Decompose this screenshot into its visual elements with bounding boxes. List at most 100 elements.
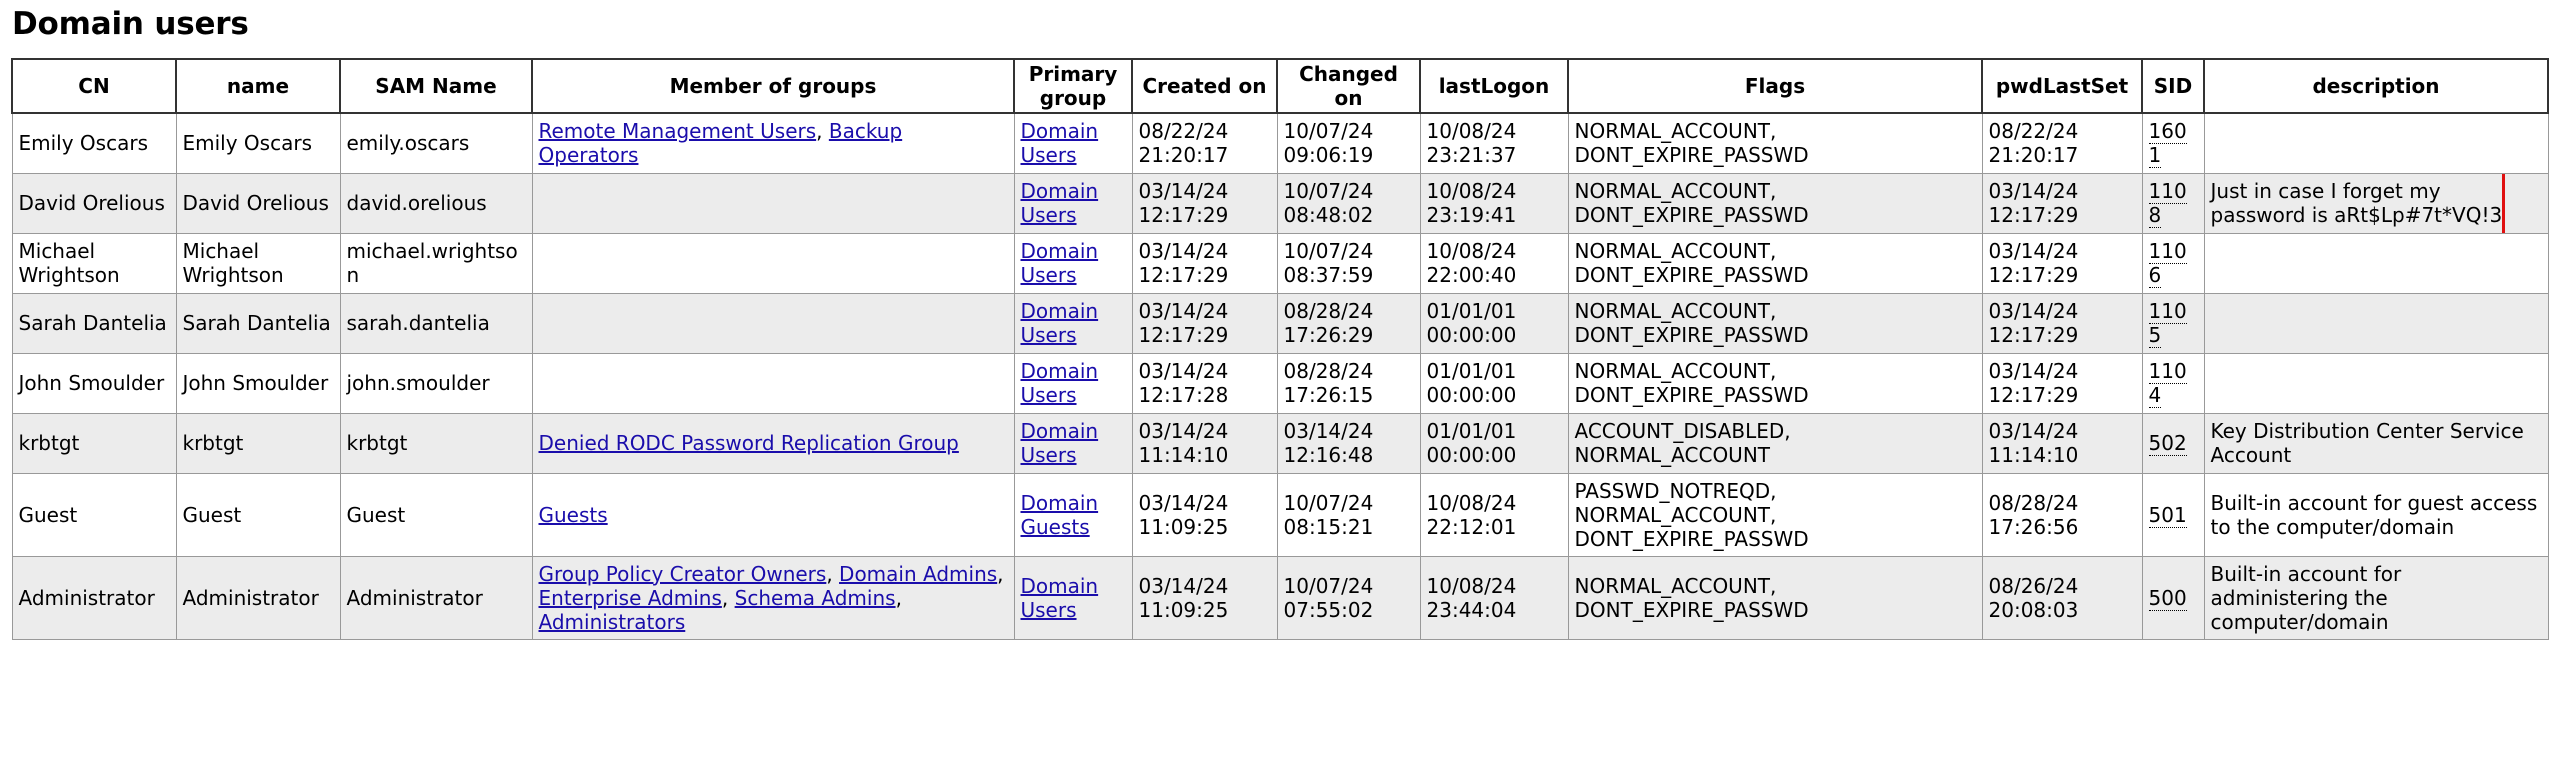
cell-changed-on: 10/07/24 08:37:59	[1276, 232, 1421, 294]
cell-name: Guest	[175, 472, 341, 557]
group-link[interactable]: Enterprise Admins	[539, 586, 722, 610]
cell-primary-group: Domain Users	[1013, 352, 1133, 414]
cell-last-logon: 10/08/24 23:44:04	[1419, 555, 1569, 640]
primary-group-link[interactable]: Domain Users	[1021, 419, 1099, 467]
header-cn: CN	[11, 58, 177, 114]
cell-changed-on: 10/07/24 08:48:02	[1276, 172, 1421, 234]
group-link[interactable]: Schema Admins	[735, 586, 896, 610]
cell-created-on: 03/14/24 12:17:28	[1131, 352, 1278, 414]
group-link[interactable]: Remote Management Users	[539, 119, 817, 143]
cell-cn: John Smoulder	[11, 352, 177, 414]
cell-member-of-groups	[531, 352, 1015, 414]
cell-flags: ACCOUNT_DISABLED, NORMAL_ACCOUNT	[1567, 412, 1983, 474]
group-link[interactable]: Administrators	[539, 610, 686, 634]
sid-value[interactable]: 1105	[2148, 299, 2187, 348]
header-flags: Flags	[1567, 58, 1983, 114]
cell-pwd-last-set: 08/22/24 21:20:17	[1981, 112, 2143, 174]
sid-value[interactable]: 502	[2148, 431, 2187, 456]
cell-sid: 1601	[2141, 112, 2205, 174]
group-link[interactable]: Domain Admins	[839, 562, 997, 586]
header-last-logon: lastLogon	[1419, 58, 1569, 114]
sid-value[interactable]: 501	[2148, 502, 2187, 528]
cell-created-on: 03/14/24 12:17:29	[1131, 172, 1278, 234]
cell-sam-name: michael.wrightson	[339, 232, 533, 294]
cell-name: Emily Oscars	[175, 112, 341, 174]
cell-sid: 500	[2141, 555, 2205, 640]
cell-description	[2203, 292, 2549, 354]
cell-primary-group: Domain Guests	[1013, 472, 1133, 557]
cell-description: Just in case I forget my password is aRt…	[2203, 172, 2549, 234]
primary-group-link[interactable]: Domain Users	[1021, 574, 1099, 622]
cell-name: David Orelious	[175, 172, 341, 234]
cell-name: John Smoulder	[175, 352, 341, 414]
header-sam-name: SAM Name	[339, 58, 533, 114]
header-pwd-last-set: pwdLastSet	[1981, 58, 2143, 114]
cell-last-logon: 10/08/24 22:00:40	[1419, 232, 1569, 294]
primary-group-link[interactable]: Domain Users	[1021, 299, 1099, 347]
cell-sam-name: krbtgt	[339, 412, 533, 474]
sid-value[interactable]: 1601	[2148, 119, 2187, 169]
cell-pwd-last-set: 03/14/24 11:14:10	[1981, 412, 2143, 474]
cell-member-of-groups: Group Policy Creator Owners, Domain Admi…	[531, 555, 1015, 640]
header-name: name	[175, 58, 341, 114]
cell-changed-on: 10/07/24 08:15:21	[1276, 472, 1421, 557]
table-row: Administrator Administrator Administrator G…	[11, 555, 2549, 640]
cell-created-on: 03/14/24 11:09:25	[1131, 472, 1278, 557]
cell-sam-name: john.smoulder	[339, 352, 533, 414]
sid-value[interactable]: 1106	[2148, 239, 2187, 288]
primary-group-link[interactable]: Domain Users	[1021, 239, 1099, 287]
cell-last-logon: 10/08/24 23:21:37	[1419, 112, 1569, 174]
sid-value[interactable]: 1104	[2148, 359, 2187, 408]
cell-primary-group: Domain Users	[1013, 232, 1133, 294]
cell-name: krbtgt	[175, 412, 341, 474]
table-row: krbtgt krbtgt krbtgt Denied RODC Password R…	[11, 412, 2549, 474]
cell-changed-on: 10/07/24 07:55:02	[1276, 555, 1421, 640]
cell-name: Michael Wrightson	[175, 232, 341, 294]
cell-name: Sarah Dantelia	[175, 292, 341, 354]
group-link[interactable]: Denied RODC Password Replication Group	[539, 431, 959, 455]
group-separator: ,	[826, 561, 840, 586]
domain-users-table: CN name SAM Name Member of groups Primar…	[11, 58, 2549, 640]
cell-sam-name: sarah.dantelia	[339, 292, 533, 354]
cell-primary-group: Domain Users	[1013, 172, 1133, 234]
group-link[interactable]: Guests	[539, 503, 608, 527]
cell-member-of-groups	[531, 172, 1015, 234]
cell-cn: Guest	[11, 472, 177, 557]
cell-primary-group: Domain Users	[1013, 112, 1133, 174]
cell-last-logon: 01/01/01 00:00:00	[1419, 412, 1569, 474]
cell-pwd-last-set: 03/14/24 12:17:29	[1981, 292, 2143, 354]
cell-pwd-last-set: 03/14/24 12:17:29	[1981, 172, 2143, 234]
cell-flags: NORMAL_ACCOUNT, DONT_EXPIRE_PASSWD	[1567, 352, 1983, 414]
cell-primary-group: Domain Users	[1013, 555, 1133, 640]
cell-sid: 1105	[2141, 292, 2205, 354]
cell-last-logon: 01/01/01 00:00:00	[1419, 352, 1569, 414]
cell-created-on: 03/14/24 11:09:25	[1131, 555, 1278, 640]
primary-group-link[interactable]: Domain Users	[1021, 359, 1099, 407]
cell-member-of-groups	[531, 232, 1015, 294]
cell-changed-on: 10/07/24 09:06:19	[1276, 112, 1421, 174]
cell-flags: NORMAL_ACCOUNT, DONT_EXPIRE_PASSWD	[1567, 292, 1983, 354]
table-row: John Smoulder John Smoulder john.smoulder D…	[11, 352, 2549, 414]
description-text: Key Distribution Center Service Account	[2210, 419, 2524, 467]
cell-flags: NORMAL_ACCOUNT, DONT_EXPIRE_PASSWD	[1567, 172, 1983, 234]
group-separator: ,	[895, 585, 902, 610]
cell-member-of-groups: Denied RODC Password Replication Group	[531, 412, 1015, 474]
cell-pwd-last-set: 08/26/24 20:08:03	[1981, 555, 2143, 640]
sid-value[interactable]: 1108	[2148, 179, 2187, 228]
table-row: Emily Oscars Emily Oscars emily.oscars Remo…	[11, 112, 2549, 174]
description-text: Just in case I forget my password is aRt…	[2210, 179, 2503, 227]
cell-description	[2203, 352, 2549, 414]
table-row: Guest Guest Guest Guests Domain Guests 03/14/…	[11, 472, 2549, 557]
group-link[interactable]: Group Policy Creator Owners	[539, 562, 827, 586]
primary-group-link[interactable]: Domain Users	[1021, 119, 1099, 167]
primary-group-link[interactable]: Domain Guests	[1021, 491, 1099, 539]
cell-primary-group: Domain Users	[1013, 292, 1133, 354]
sid-value[interactable]: 500	[2148, 585, 2187, 611]
cell-description: Built-in account for administering the c…	[2203, 555, 2549, 640]
cell-pwd-last-set: 03/14/24 12:17:29	[1981, 232, 2143, 294]
page-title: Domain users	[12, 6, 249, 42]
cell-sam-name: david.orelious	[339, 172, 533, 234]
header-changed-on: Changed on	[1276, 58, 1421, 114]
cell-changed-on: 03/14/24 12:16:48	[1276, 412, 1421, 474]
primary-group-link[interactable]: Domain Users	[1021, 179, 1099, 227]
